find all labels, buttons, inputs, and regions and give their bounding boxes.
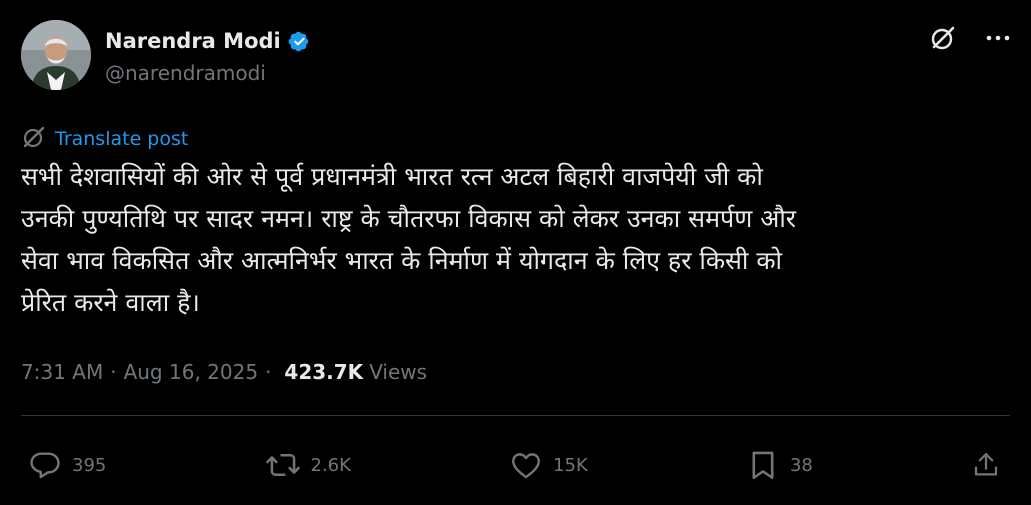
post-text-line: उनकी पुण्यतिथि पर सादर नमन। राष्ट्र के च… — [21, 204, 797, 233]
post-text: सभी देशवासियों की ओर से पूर्व प्रधानमंत्… — [21, 156, 1011, 324]
action-bar: 395 2.6K 15K 38 — [28, 448, 1001, 482]
like-button[interactable]: 15K — [509, 448, 588, 482]
translate-post-link[interactable]: Translate post — [21, 125, 188, 153]
post-text-line: सभी देशवासियों की ओर से पूर्व प्रधानमंत्… — [21, 162, 763, 191]
reply-count: 395 — [72, 454, 107, 476]
like-count: 15K — [553, 454, 588, 476]
avatar[interactable] — [21, 20, 91, 90]
post-meta: 7:31 AM · Aug 16, 2025 · 423.7K Views — [21, 360, 427, 384]
like-icon — [509, 448, 543, 482]
grok-icon[interactable] — [929, 24, 957, 52]
meta-separator: · — [265, 360, 272, 384]
repost-icon — [265, 448, 301, 482]
verified-badge-icon[interactable] — [287, 29, 312, 54]
repost-count: 2.6K — [310, 454, 351, 476]
translate-post-label: Translate post — [55, 128, 189, 150]
views-label: Views — [369, 360, 428, 384]
author-name-row: Narendra Modi — [105, 27, 312, 55]
share-button[interactable] — [971, 450, 1001, 480]
post-text-line: प्रेरित करने वाला है। — [21, 288, 200, 317]
author-block: Narendra Modi @narendramodi — [105, 27, 312, 85]
bookmark-icon — [746, 448, 780, 482]
tweet: Narendra Modi @narendramodi Translate po… — [0, 0, 1031, 505]
reply-icon — [28, 448, 62, 482]
share-icon — [971, 450, 1001, 480]
reply-button[interactable]: 395 — [28, 448, 106, 482]
post-time[interactable]: 7:31 AM — [21, 360, 103, 384]
top-right-controls — [929, 24, 1011, 52]
post-date[interactable]: Aug 16, 2025 — [124, 360, 258, 384]
repost-button[interactable]: 2.6K — [265, 448, 351, 482]
bookmark-button[interactable]: 38 — [746, 448, 813, 482]
post-text-line: सेवा भाव विकसित और आत्मनिर्भर भारत के नि… — [21, 246, 783, 275]
views-count: 423.7K — [284, 360, 364, 384]
meta-separator: · — [110, 360, 117, 384]
author-handle[interactable]: @narendramodi — [105, 61, 312, 85]
grok-translate-icon — [21, 125, 47, 153]
bookmark-count: 38 — [789, 454, 813, 476]
divider — [21, 415, 1010, 416]
author-name[interactable]: Narendra Modi — [105, 29, 281, 53]
more-options-icon[interactable] — [985, 34, 1011, 42]
